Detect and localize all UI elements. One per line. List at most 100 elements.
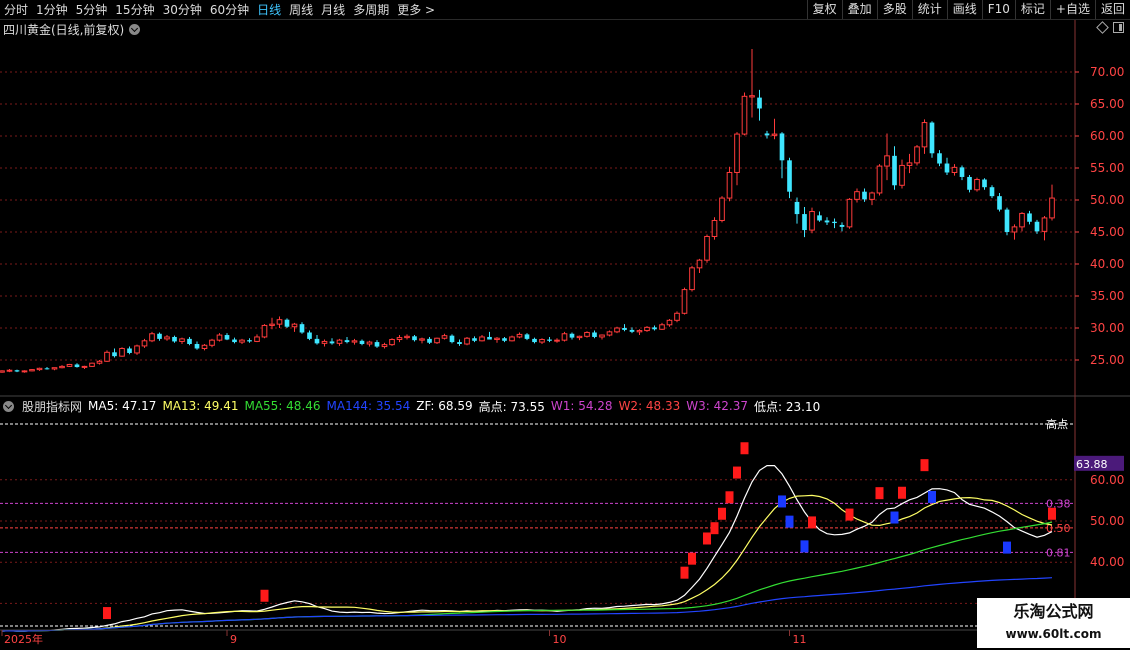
candle-body [389, 339, 395, 346]
candle [404, 334, 410, 340]
candle [344, 336, 350, 344]
candle-body [201, 344, 208, 349]
candle [141, 338, 148, 348]
signal-marker [260, 589, 269, 602]
candle [291, 322, 298, 332]
candle-body [509, 336, 515, 342]
chart-canvas[interactable]: 25.00 30.00 35.00 40.00 45.00 50.00 55.00 60.00… [0, 0, 1130, 650]
y-tick-label: 50.00 [1090, 193, 1124, 207]
y-tick-label: 40.00 [1090, 257, 1124, 271]
candle [846, 198, 853, 229]
candle-body [652, 327, 657, 330]
candle [659, 322, 665, 330]
candle [824, 217, 830, 225]
candle-body [6, 369, 13, 372]
candle-body [134, 345, 140, 354]
signal-marker [875, 487, 884, 500]
candle-body [1041, 217, 1048, 232]
candle-body [532, 338, 537, 343]
candle [51, 367, 58, 371]
candle-body [239, 339, 245, 343]
candle-body [711, 219, 718, 237]
watermark-url: www.60lt.com [1005, 627, 1102, 641]
candle [561, 331, 568, 342]
candle [509, 335, 515, 342]
candle [247, 338, 252, 343]
candle-body [974, 179, 980, 191]
candle [74, 363, 80, 368]
signal-marker [740, 442, 749, 455]
signal-marker [1048, 507, 1056, 520]
candle [899, 159, 905, 189]
candle [314, 335, 320, 345]
candle [194, 341, 200, 350]
candle-body [824, 220, 830, 223]
candle-body [224, 335, 230, 340]
candle [119, 347, 125, 357]
candle-body [914, 146, 920, 164]
signal-marker [845, 508, 854, 521]
y-tick-label: 60.00 [1090, 129, 1124, 143]
candle-body [967, 176, 972, 190]
candle [921, 119, 928, 154]
candle-body [419, 338, 425, 341]
candle-body [561, 333, 568, 341]
candle [441, 333, 448, 340]
candle-body [892, 155, 897, 186]
candle-body [232, 339, 237, 343]
candle [412, 335, 417, 342]
candle-body [29, 369, 35, 372]
candle-body [674, 312, 680, 321]
candle [644, 326, 650, 332]
candle-body [569, 333, 575, 338]
signal-marker [703, 532, 711, 545]
candle-body [374, 342, 380, 347]
sub-y-tick-label: 50.00 [1090, 514, 1124, 528]
candle [36, 367, 43, 371]
candle [764, 130, 770, 139]
candle-body [1019, 212, 1025, 228]
candle-body [734, 133, 740, 173]
candle-body [291, 323, 298, 328]
candle-body [81, 365, 88, 368]
candle [239, 338, 245, 344]
candle [696, 258, 703, 273]
candle [127, 346, 132, 355]
candle [906, 153, 913, 174]
candle-body [659, 324, 665, 330]
candle-body [284, 319, 290, 327]
candle-body [592, 332, 597, 337]
candle [321, 339, 328, 347]
candle-body [997, 196, 1002, 210]
candle-body [614, 327, 620, 333]
candle [539, 338, 545, 344]
candle-body [644, 326, 650, 332]
candle [592, 330, 597, 339]
candle-body [576, 335, 583, 339]
candle [711, 217, 718, 240]
candle [967, 175, 972, 193]
signal-marker [718, 507, 726, 520]
candle [524, 333, 530, 341]
candle-body [14, 370, 20, 372]
candle-body [606, 331, 613, 336]
candle-body [622, 328, 627, 330]
candle-body [209, 339, 215, 346]
candle-body [96, 360, 103, 364]
candle [554, 338, 560, 343]
candle [487, 331, 492, 340]
candle-body [21, 370, 28, 373]
candle [832, 218, 837, 229]
candle-body [771, 133, 778, 136]
candle [104, 350, 110, 362]
candle-body [636, 330, 643, 333]
candle [179, 337, 185, 344]
candle-body [321, 340, 328, 344]
candle [914, 144, 920, 166]
candle [254, 334, 260, 343]
candle-body [44, 368, 50, 370]
candle-body [929, 122, 935, 154]
candle-body [89, 362, 95, 367]
candle-body [899, 164, 905, 186]
candle-body [187, 338, 192, 344]
